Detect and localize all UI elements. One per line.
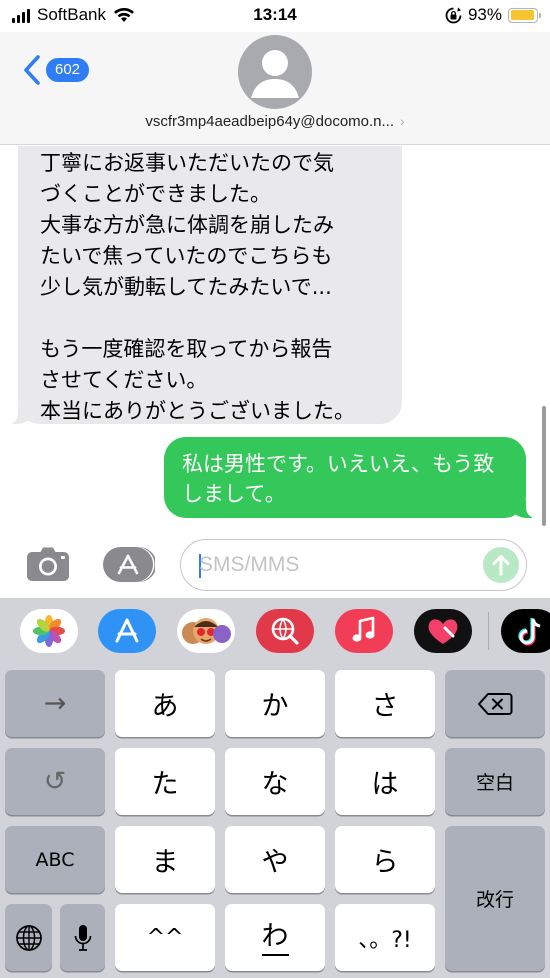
battery-percent: 93%: [467, 5, 502, 24]
key-wa-label: わ: [261, 920, 289, 956]
music-app-icon[interactable]: [335, 609, 393, 653]
return-key[interactable]: 改行: [445, 826, 545, 971]
contact-address: vscfr3mp4aeadbeip64y@docomo.n...: [145, 113, 395, 130]
key-ta[interactable]: た: [115, 748, 215, 815]
next-candidate-key[interactable]: →: [5, 670, 105, 737]
incoming-message-bubble[interactable]: 丁寧にお返事いただいたので気 づくことができました。 大事な方が急に体調を崩した…: [8, 146, 402, 424]
camera-icon[interactable]: [26, 546, 70, 582]
key-ra[interactable]: ら: [335, 826, 435, 893]
key-ma[interactable]: ま: [115, 826, 215, 893]
digital-touch-app-icon[interactable]: [414, 609, 472, 653]
unread-count-badge: 602: [46, 58, 90, 82]
scroll-indicator[interactable]: [542, 406, 546, 526]
microphone-icon: [74, 924, 91, 951]
emoticon-key[interactable]: ^^: [115, 904, 215, 971]
back-button[interactable]: 602: [22, 54, 90, 86]
key-na[interactable]: な: [225, 748, 325, 815]
key-ya[interactable]: や: [225, 826, 325, 893]
message-input[interactable]: [199, 550, 469, 580]
compose-bar: [0, 530, 550, 598]
space-key[interactable]: 空白: [445, 748, 545, 815]
tiktok-app-icon[interactable]: [501, 609, 550, 653]
memoji-app-icon[interactable]: [177, 609, 235, 653]
dictation-key[interactable]: [60, 904, 105, 971]
key-ha[interactable]: は: [335, 748, 435, 815]
key-ka[interactable]: か: [225, 670, 325, 737]
send-arrow-icon: [492, 555, 510, 576]
person-icon: [251, 50, 299, 98]
incoming-message-text: 丁寧にお返事いただいたので気 づくことができました。 大事な方が急に体調を崩した…: [40, 151, 355, 423]
delete-key[interactable]: [445, 670, 545, 737]
globe-key[interactable]: [5, 904, 52, 971]
outgoing-message-text: 私は男性です。いえいえ、もう致しまして。: [182, 452, 495, 506]
backspace-icon: [478, 692, 513, 715]
app-strip-divider: [488, 612, 489, 650]
key-a[interactable]: あ: [115, 670, 215, 737]
chevron-right-icon: ›: [400, 113, 405, 129]
key-wa[interactable]: わ: [225, 904, 325, 971]
punctuation-key[interactable]: 、。?!: [335, 904, 435, 971]
imessage-app-drawer: [0, 598, 550, 666]
contact-avatar[interactable]: [238, 35, 312, 109]
orientation-lock-icon: [445, 7, 462, 23]
battery-icon: [508, 7, 541, 23]
web-search-app-icon[interactable]: [256, 609, 314, 653]
contact-info-button[interactable]: vscfr3mp4aeadbeip64y@docomo.n... ›: [0, 113, 550, 130]
globe-icon: [15, 924, 42, 951]
photos-app-icon[interactable]: [20, 609, 78, 653]
message-input-field[interactable]: [180, 539, 527, 591]
key-sa[interactable]: さ: [335, 670, 435, 737]
conversation-header: 602 vscfr3mp4aeadbeip64y@docomo.n... ›: [0, 32, 550, 145]
undo-key[interactable]: ↺: [5, 748, 105, 815]
message-list[interactable]: 丁寧にお返事いただいたので気 づくことができました。 大事な方が急に体調を崩した…: [0, 146, 550, 530]
app-store-app-icon[interactable]: [98, 609, 156, 653]
japanese-kana-keyboard: → あ か さ ↺ た な は 空白 ABC ま や ら 改行 ^^ わ 、。?…: [0, 666, 550, 978]
status-bar: SoftBank 13:14 93%: [0, 0, 550, 32]
abc-mode-key[interactable]: ABC: [5, 826, 105, 893]
send-button[interactable]: [483, 547, 519, 583]
app-store-icon[interactable]: [103, 547, 155, 582]
outgoing-message-bubble[interactable]: 私は男性です。いえいえ、もう致しまして。: [164, 437, 536, 518]
chevron-left-icon: [24, 55, 40, 85]
